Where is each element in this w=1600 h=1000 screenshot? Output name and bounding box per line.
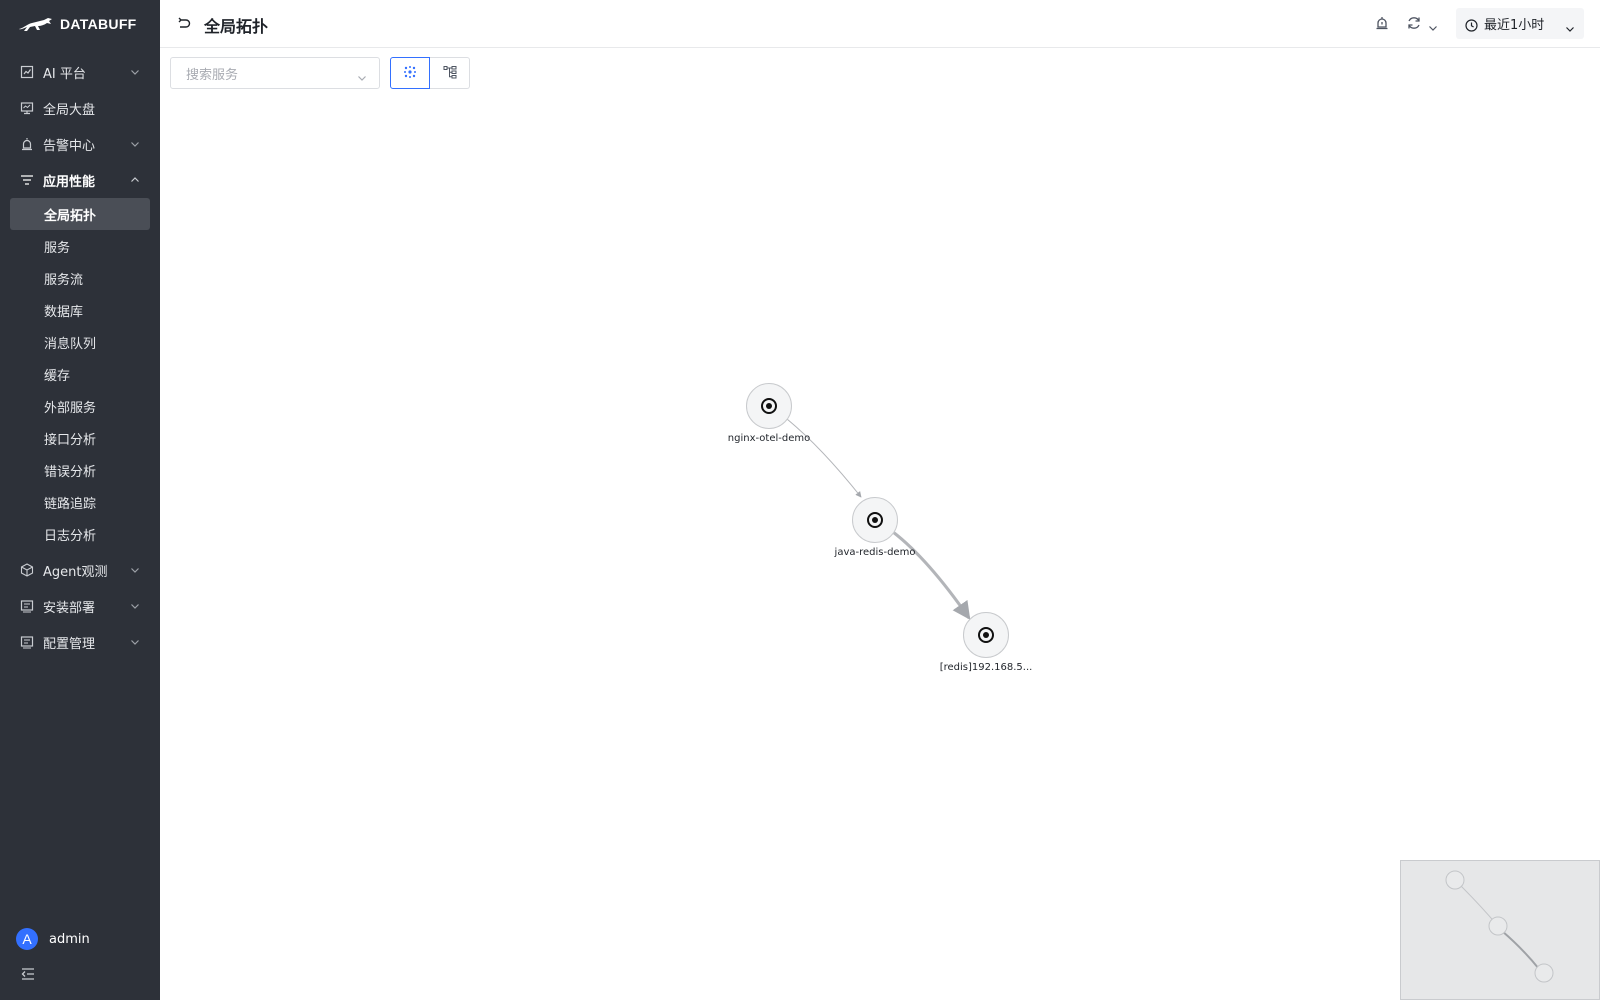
sidebar-item-label: 全局拓扑 [44,208,97,224]
chevron-down-icon [130,601,140,611]
sidebar-item-label: 日志分析 [44,528,97,544]
collapse-sidebar-icon[interactable] [20,966,36,982]
minimap-svg [1445,870,1554,983]
chevron-down-icon [130,67,140,77]
app-performance-submenu: 全局拓扑 服务 服务流 数据库 消息队列 缓存 外部服务 接口分析 错误分析 链… [0,198,160,550]
sidebar-item-log-analysis[interactable]: 日志分析 [10,518,150,550]
sidebar-item-database[interactable]: 数据库 [10,294,150,326]
sidebar-item-label: 接口分析 [44,432,97,448]
sidebar-item-label: 应用性能 [43,174,96,190]
sidebar-item-global-dashboard[interactable]: 全局大盘 [0,90,160,126]
sidebar-item-service-flow[interactable]: 服务流 [10,262,150,294]
sidebar-item-config-management[interactable]: 配置管理 [0,624,160,660]
sidebar-item-alert-center[interactable]: 告警中心 [0,126,160,162]
logo-text: DATABUFF [60,16,137,32]
alarm-bell-icon[interactable] [1374,15,1390,31]
sidebar-item-label: 安装部署 [43,600,96,616]
chevron-down-icon [130,637,140,647]
sidebar-item-app-performance[interactable]: 应用性能 [0,162,160,198]
sidebar-item-external-services[interactable]: 外部服务 [10,390,150,422]
sidebar-item-trace[interactable]: 链路追踪 [10,486,150,518]
sidebar-item-label: AI 平台 [43,66,86,82]
list-box-icon [20,599,34,613]
databuff-logo[interactable]: DATABUFF [18,14,137,34]
sidebar-item-label: 配置管理 [43,636,96,652]
chevron-up-icon [130,175,140,185]
chevron-down-icon [130,139,140,149]
sidebar-nav: AI 平台 全局大盘 告警中心 应用性能 全局拓扑 服务 服务流 数据库 消息队… [0,54,160,660]
topology-node[interactable] [746,383,792,429]
sidebar-item-message-queue[interactable]: 消息队列 [10,326,150,358]
sidebar-item-label: 链路追踪 [44,496,97,512]
monitor-icon [20,101,34,115]
node-label: nginx-otel-demo [727,433,811,444]
user-name: admin [49,931,90,947]
avatar[interactable]: A [16,928,38,950]
sidebar-item-global-topology[interactable]: 全局拓扑 [10,198,150,230]
page-title: 全局拓扑 [204,17,269,36]
sidebar-item-label: 服务 [44,240,71,256]
sidebar-item-label: 数据库 [44,304,84,320]
sidebar-item-install-deploy[interactable]: 安装部署 [0,588,160,624]
filter-lines-icon [20,173,34,187]
time-range-picker[interactable]: 最近1小时 [1456,8,1584,39]
page-header: 全局拓扑 最近1小时 [160,0,1600,48]
back-icon[interactable] [176,16,192,32]
sidebar-item-label: 错误分析 [44,464,97,480]
chevron-down-icon [1565,19,1575,32]
sidebar-item-label: 告警中心 [43,138,96,154]
sidebar: DATABUFF AI 平台 全局大盘 告警中心 应用性能 全局拓扑 服务 服务… [0,0,160,1000]
sidebar-item-ai-platform[interactable]: AI 平台 [0,54,160,90]
graph-minimap[interactable] [1400,860,1600,1000]
chart-icon [20,65,34,79]
sidebar-item-services[interactable]: 服务 [10,230,150,262]
clock-icon [1465,17,1478,32]
sidebar-item-cache[interactable]: 缓存 [10,358,150,390]
edge-nginx-to-java[interactable] [786,418,862,498]
cube-icon [20,563,34,577]
topology-canvas[interactable]: nginx-otel-demo java-redis-demo [redis]1… [160,48,1600,1000]
sidebar-item-label: 服务流 [44,272,84,288]
edge-java-to-redis[interactable] [892,530,971,620]
topology-svg [746,383,1009,658]
sidebar-item-label: 消息队列 [44,336,97,352]
list-box-icon [20,635,34,649]
topology-node[interactable] [852,497,898,543]
time-range-label: 最近1小时 [1484,18,1545,33]
topology-node[interactable] [963,612,1009,658]
refresh-icon[interactable] [1406,15,1422,31]
alarm-icon [20,137,34,151]
cheetah-logo-icon [19,18,52,31]
sidebar-item-api-analysis[interactable]: 接口分析 [10,422,150,454]
sidebar-item-label: 全局大盘 [43,102,96,118]
refresh-interval-chevron-down-icon[interactable] [1428,18,1438,31]
sidebar-item-label: 缓存 [44,368,71,384]
node-label: java-redis-demo [834,547,916,558]
sidebar-item-label: Agent观测 [43,564,108,580]
sidebar-item-agent-observe[interactable]: Agent观测 [0,552,160,588]
chevron-down-icon [130,565,140,575]
sidebar-item-label: 外部服务 [44,400,97,416]
node-label: [redis]192.168.5... [939,662,1033,673]
sidebar-item-error-analysis[interactable]: 错误分析 [10,454,150,486]
user-profile[interactable]: A admin [16,928,90,950]
